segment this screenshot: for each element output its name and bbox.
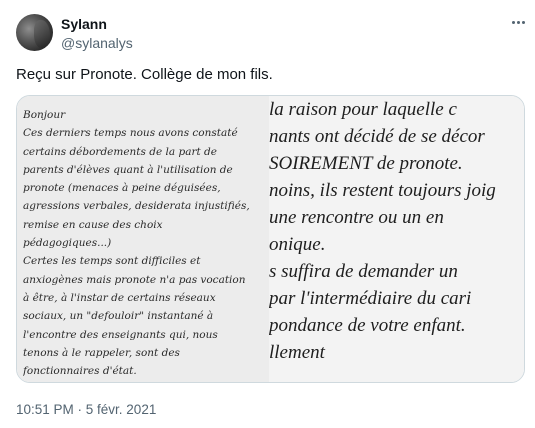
right-line: llement <box>269 342 325 363</box>
left-line: Bonjour <box>23 109 66 121</box>
left-line: tenons à le rappeler, sont des <box>23 346 180 359</box>
media-right-image: la raison pour laquelle c nants ont déci… <box>269 96 524 382</box>
media-left-image: Bonjour Ces derniers temps nous avons co… <box>17 96 269 382</box>
left-line: certains débordements de la part de <box>23 145 217 158</box>
left-line: pronote (menaces à peine déguisées, <box>23 182 221 195</box>
more-icon[interactable] <box>508 12 528 32</box>
right-line: par l'intermédiaire du cari <box>269 288 472 309</box>
tweet-text: Reçu sur Pronote. Collège de mon fils. <box>16 66 273 83</box>
right-line: une rencontre ou un en <box>269 207 444 228</box>
right-line: SOIREMENT de pronote. <box>269 153 463 174</box>
left-line: à être, à l'instar de certains réseaux <box>23 291 216 304</box>
author-handle[interactable]: @sylanalys <box>61 35 133 51</box>
left-line: l'encontre des enseignants qui, nous <box>23 328 218 341</box>
left-line: parents d'élèves quant à l'utilisation d… <box>23 163 233 176</box>
left-line: sociaux, un "defouloir" instantané à <box>23 310 214 323</box>
left-line: Ces derniers temps nous avons constaté <box>23 127 238 140</box>
left-line: anxiogènes mais pronote n'a pas vocation <box>23 273 246 286</box>
right-line: nants ont décidé de se décor <box>269 126 485 147</box>
right-line: pondance de votre enfant. <box>269 315 466 336</box>
left-line: fonctionnaires d'état. <box>23 365 137 378</box>
right-line: s suffira de demander un <box>269 261 458 282</box>
left-line: remise en cause des choix <box>23 218 163 231</box>
tweet-timestamp[interactable]: 10:51 PM · 5 févr. 2021 <box>16 402 156 417</box>
right-line: la raison pour laquelle c <box>269 99 457 120</box>
left-line: agressions verbales, desiderata injustif… <box>23 200 250 213</box>
left-line: Certes les temps sont difficiles et <box>23 255 201 268</box>
avatar[interactable] <box>16 14 53 51</box>
tweet-media[interactable]: Bonjour Ces derniers temps nous avons co… <box>16 95 525 383</box>
right-line: noins, ils restent toujours joig <box>269 180 496 201</box>
left-line: pédagogiques...) <box>23 237 112 250</box>
author-name[interactable]: Sylann <box>61 16 107 32</box>
right-line: onique. <box>269 234 326 255</box>
